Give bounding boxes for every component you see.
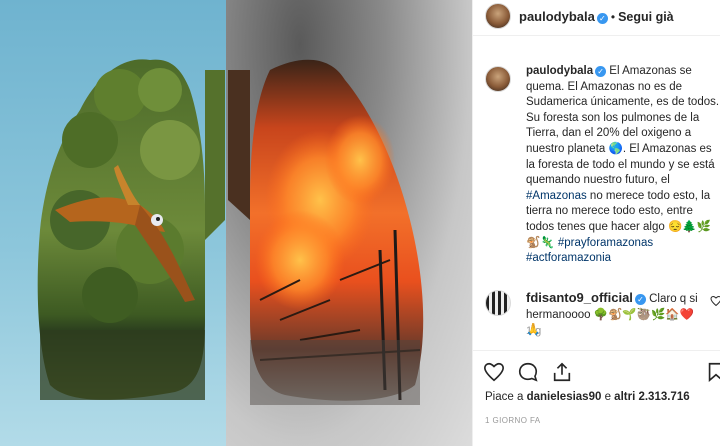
hashtag-link[interactable]: #prayforamazonas — [558, 237, 653, 249]
likes-prefix: Piace a — [485, 391, 527, 403]
emoji-group: 😔🌲🌿 — [667, 220, 711, 233]
commenter-avatar[interactable] — [485, 290, 511, 316]
share-icon[interactable] — [551, 361, 573, 383]
caption-text: paulodybala ✓ El Amazonas se quema. El Am… — [526, 64, 720, 267]
author-avatar[interactable] — [485, 3, 511, 29]
lungs-illustration — [37, 59, 424, 405]
liker-username[interactable]: danielesias90 — [527, 391, 602, 403]
likes-conjunction: e — [601, 391, 615, 403]
caption-username[interactable]: paulodybala — [526, 65, 593, 77]
likes-line: Piace a danielesias90 e altri 2.313.716 — [485, 391, 690, 403]
verified-badge-icon: ✓ — [596, 13, 608, 24]
comment-like-heart-icon[interactable] — [710, 295, 720, 307]
comment-icon[interactable] — [517, 361, 539, 383]
likes-count-link[interactable]: altri 2.313.716 — [614, 391, 689, 403]
post-image[interactable] — [0, 0, 472, 446]
globe-emoji-icon: 🌎 — [608, 142, 623, 155]
following-button[interactable]: Segui già — [618, 10, 674, 24]
comment-text: fdisanto9_official ✓ Claro q si hermanooo… — [526, 290, 711, 339]
verified-badge-icon: ✓ — [634, 294, 646, 305]
post-header: paulodybala ✓ • Segui già — [473, 0, 720, 36]
hashtag-link[interactable]: #actforamazonia — [526, 252, 611, 264]
caption-author-avatar[interactable] — [485, 66, 511, 92]
author-username[interactable]: paulodybala — [519, 9, 595, 24]
post-date[interactable]: 1 GIORNO FA — [485, 416, 541, 425]
emoji-group: 🐒🦎 — [526, 236, 555, 249]
post-sidebar: paulodybala ✓ • Segui già paulodybala ✓ El A… — [472, 0, 720, 446]
commenter-username[interactable]: fdisanto9_official — [526, 290, 633, 305]
header-user-line: paulodybala ✓ • Segui già — [519, 8, 674, 26]
separator-dot: • — [610, 10, 616, 24]
bookmark-icon[interactable] — [705, 361, 720, 383]
emoji-group: 🌳🐒🌱🦥🌿🏠❤️ — [593, 308, 695, 321]
heart-icon[interactable] — [483, 361, 505, 383]
emoji-group: 🙏 — [526, 324, 541, 337]
caption-part: El Amazonas se quema. El Amazonas no es … — [526, 65, 720, 155]
verified-badge-icon: ✓ — [595, 66, 607, 77]
hashtag-link[interactable]: #Amazonas — [526, 190, 587, 202]
action-bar — [473, 350, 720, 390]
